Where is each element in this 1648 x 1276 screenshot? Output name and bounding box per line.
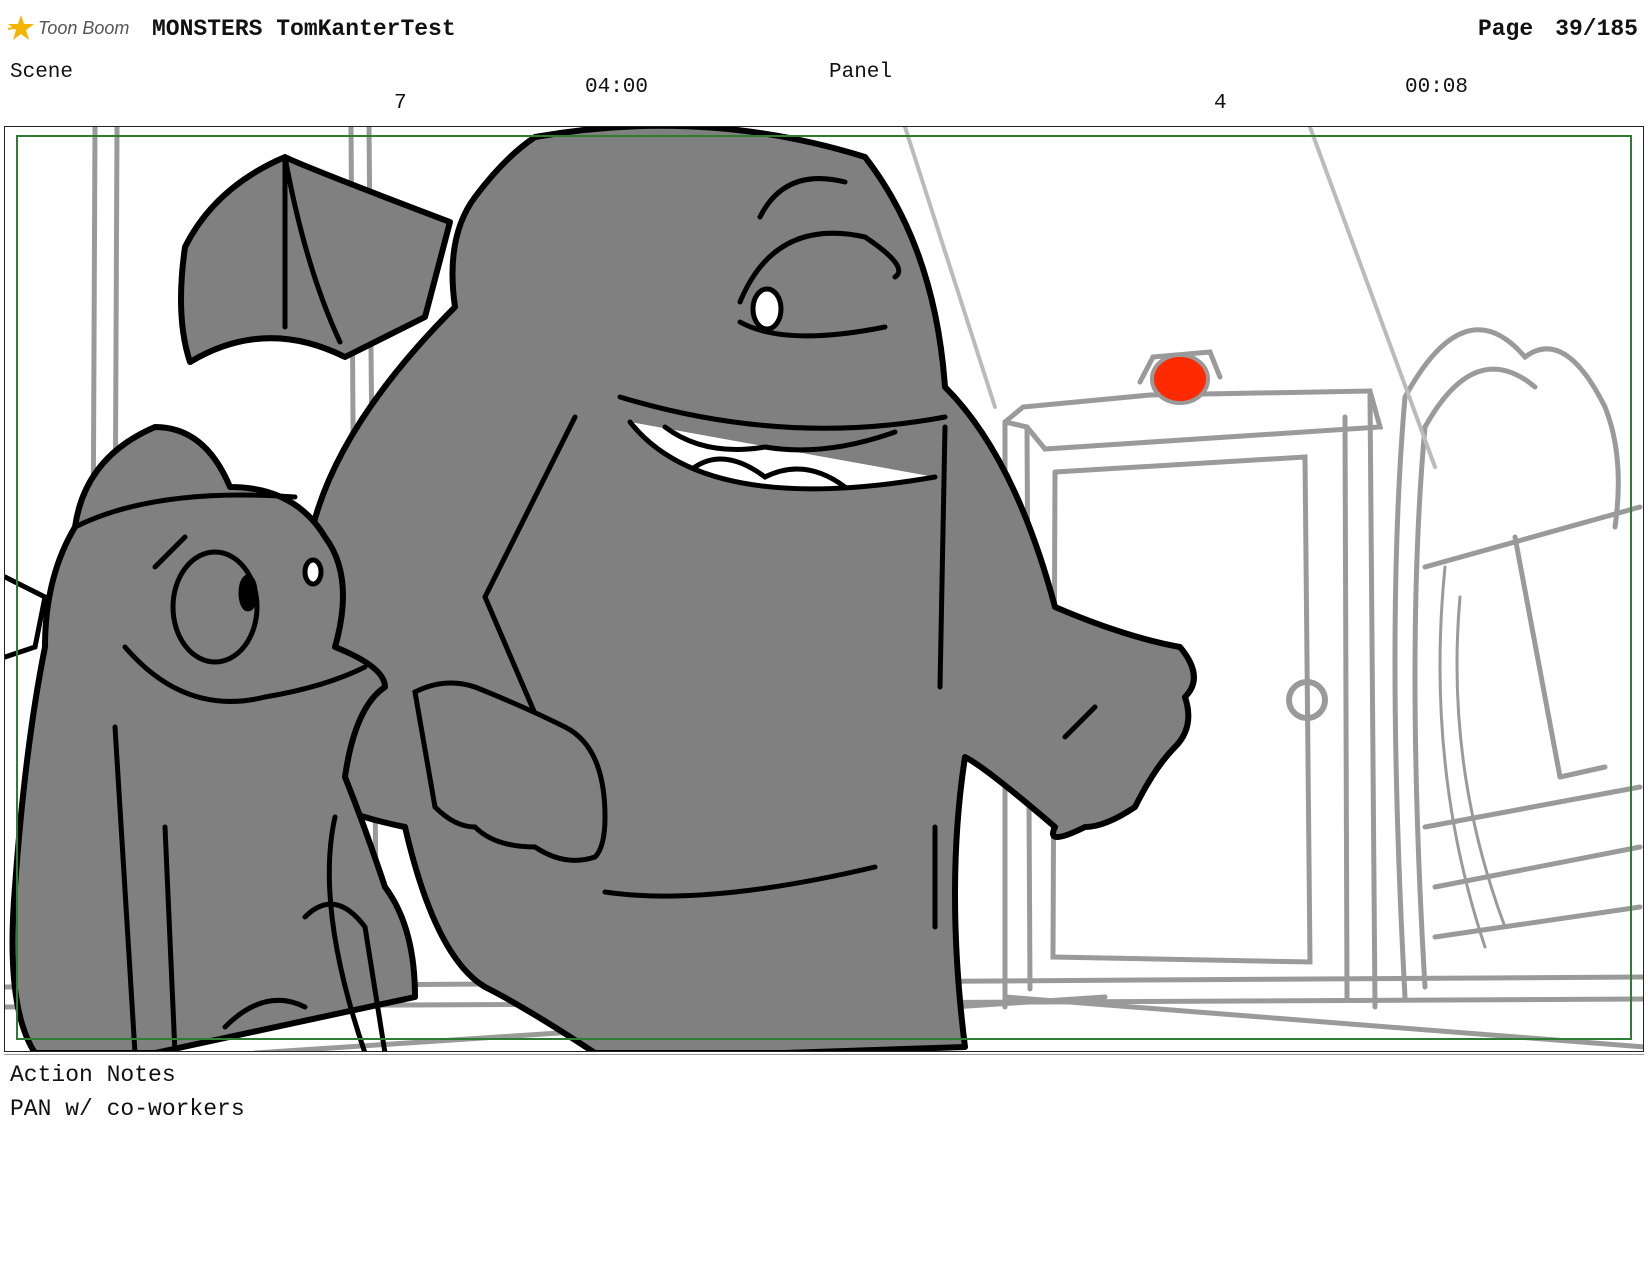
panel-sketch: [5, 127, 1643, 1051]
project-title: MONSTERS TomKanterTest: [152, 16, 456, 42]
page-number: 39/185: [1555, 16, 1638, 42]
scene-duration: 04:00: [585, 76, 649, 99]
toon-boom-star-icon: [7, 15, 34, 40]
scene-number: 7: [394, 92, 407, 115]
brand-name: Toon Boom: [38, 17, 130, 38]
panel-number: 4: [1214, 92, 1227, 115]
action-notes-text: PAN w/ co-workers: [10, 1096, 245, 1122]
panel-duration: 00:08: [1405, 76, 1469, 99]
page-indicator: Page 39/185: [1478, 16, 1638, 42]
door-light: [1150, 353, 1210, 405]
action-notes-label: Action Notes: [10, 1062, 176, 1088]
storyboard-panel: [4, 126, 1644, 1052]
page-label: Page: [1477, 16, 1534, 42]
panel-label: Panel: [829, 61, 893, 84]
notes-divider: [4, 1054, 1644, 1055]
toon-boom-logo: Toon Boom: [6, 10, 136, 46]
scene-label: Scene: [10, 61, 74, 84]
